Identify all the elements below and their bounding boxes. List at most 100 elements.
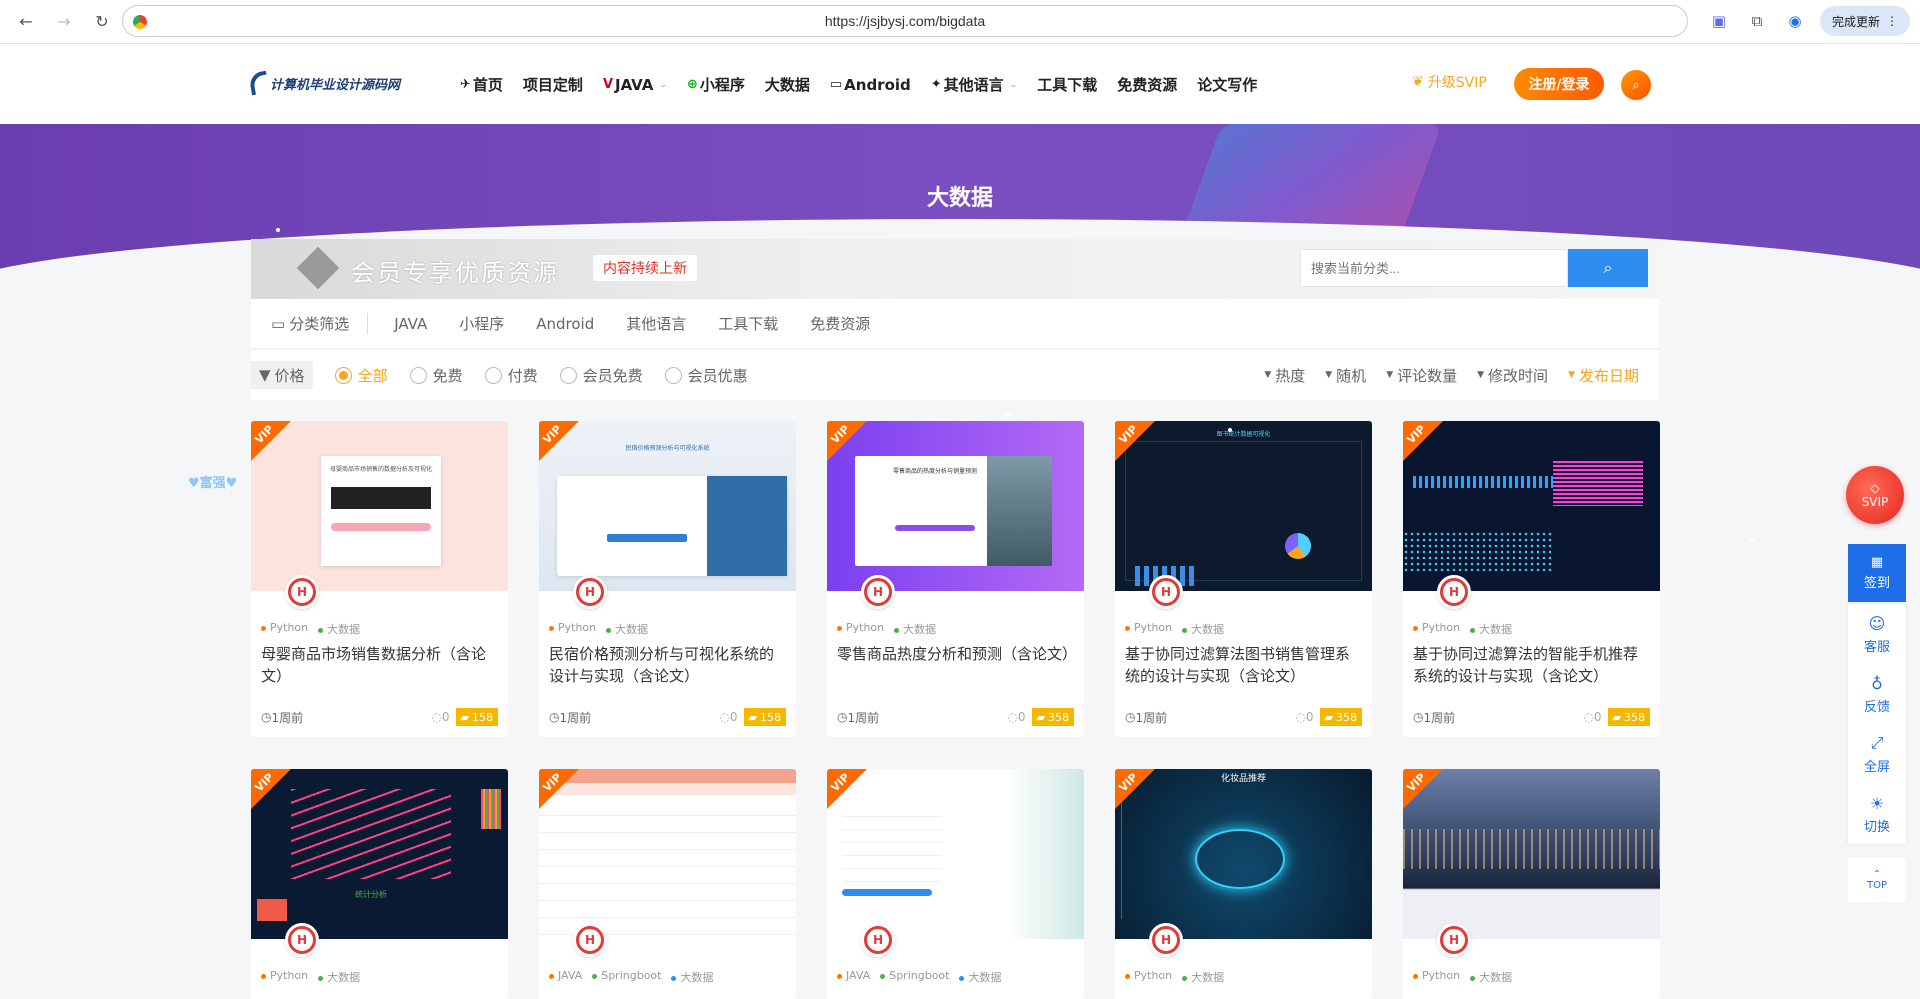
- card-tag[interactable]: 大数据: [959, 969, 1001, 985]
- sort-comments[interactable]: ▼ 评论数量: [1386, 365, 1457, 386]
- nav-item-bigdata[interactable]: 大数据: [765, 74, 810, 95]
- author-avatar[interactable]: H: [285, 923, 319, 957]
- sort-published[interactable]: ▼ 发布日期: [1568, 365, 1639, 386]
- extension-icon[interactable]: ▣: [1706, 8, 1732, 34]
- upgrade-svip-link[interactable]: ❦ 升级SVIP: [1412, 72, 1487, 92]
- reload-icon[interactable]: ↻: [90, 10, 114, 34]
- card-tag[interactable]: 大数据: [894, 621, 936, 637]
- search-icon[interactable]: ⌕: [1621, 70, 1651, 100]
- resource-card[interactable]: 统计分析 VIP H Python 大数据: [251, 769, 508, 999]
- resource-card[interactable]: VIP H JAVA Springboot 大数据: [539, 769, 796, 999]
- price-option-vip-free[interactable]: 会员免费: [559, 365, 643, 386]
- card-title[interactable]: 母婴商品市场销售数据分析（含论文）: [261, 643, 496, 687]
- card-tag[interactable]: JAVA: [549, 969, 582, 985]
- login-button[interactable]: 注册/登录: [1514, 68, 1604, 100]
- card-thumbnail[interactable]: VIP: [1403, 421, 1660, 591]
- card-tag[interactable]: 大数据: [1470, 621, 1512, 637]
- card-tag[interactable]: 大数据: [606, 621, 648, 637]
- card-tag[interactable]: Python: [1125, 621, 1172, 637]
- card-tag[interactable]: Python: [837, 621, 884, 637]
- resource-card[interactable]: 民宿价格预测分析与可视化系统 VIP H Python 大数据民宿价格预测分析与可视化系…: [539, 421, 796, 737]
- float-customer-service[interactable]: ☺ 客服: [1848, 604, 1906, 664]
- sort-modified[interactable]: ▼ 修改时间: [1477, 365, 1548, 386]
- resource-card[interactable]: 零售商品的热度分析与销量预测 VIP H Python 大数据零售商品热度分析和预测（含…: [827, 421, 1084, 737]
- puzzle-icon[interactable]: ⧉: [1744, 8, 1770, 34]
- card-thumbnail[interactable]: VIP: [539, 769, 796, 939]
- card-tag[interactable]: Python: [549, 621, 596, 637]
- card-thumbnail[interactable]: 民宿价格预测分析与可视化系统 VIP: [539, 421, 796, 591]
- author-avatar[interactable]: H: [573, 923, 607, 957]
- card-tag[interactable]: 大数据: [318, 621, 360, 637]
- card-tag[interactable]: Springboot: [592, 969, 661, 985]
- card-thumbnail[interactable]: 零售商品的热度分析与销量预测 VIP: [827, 421, 1084, 591]
- back-icon[interactable]: ←: [14, 10, 38, 34]
- author-avatar[interactable]: H: [861, 923, 895, 957]
- filter-item-android[interactable]: Android: [530, 315, 600, 333]
- resource-card[interactable]: VIP H JAVA Springboot 大数据: [827, 769, 1084, 999]
- float-fullscreen[interactable]: ⤢ 全屏: [1848, 724, 1906, 784]
- resource-card[interactable]: 图书统计数据可视化 VIP H Python 大数据基于协同过滤算法图书销售管理系统的设…: [1115, 421, 1372, 737]
- resource-card[interactable]: 母婴商品市场销售的数据分析及可视化 VIP H Python 大数据母婴商品市场销售数据…: [251, 421, 508, 737]
- update-button[interactable]: 完成更新 ⋮: [1819, 6, 1910, 36]
- card-thumbnail[interactable]: VIP: [827, 769, 1084, 939]
- filter-item-free[interactable]: 免费资源: [804, 313, 876, 334]
- price-option-paid[interactable]: 付费: [484, 365, 538, 386]
- card-thumbnail[interactable]: 图书统计数据可视化 VIP: [1115, 421, 1372, 591]
- nav-item-tools[interactable]: 工具下载: [1037, 74, 1097, 95]
- site-logo[interactable]: 计算机毕业设计源码网: [248, 68, 400, 98]
- resource-card[interactable]: VIP H Python 大数据 基于协同过滤算法的智能手机推荐系统的设计与实现（含论文…: [1403, 421, 1660, 737]
- card-title[interactable]: 民宿价格预测分析与可视化系统的设计与实现（含论文）: [549, 643, 784, 687]
- category-search-input[interactable]: [1300, 249, 1568, 287]
- card-tag[interactable]: JAVA: [837, 969, 870, 985]
- forward-icon[interactable]: →: [52, 10, 76, 34]
- nav-item-custom[interactable]: 项目定制: [523, 74, 583, 95]
- address-bar[interactable]: https://jsjbysj.com/bigdata: [122, 5, 1688, 37]
- sign-in-button[interactable]: ▦ 签到: [1848, 544, 1906, 602]
- filter-item-miniprogram[interactable]: 小程序: [453, 313, 510, 334]
- card-tag[interactable]: Springboot: [880, 969, 949, 985]
- filter-item-java[interactable]: JAVA: [388, 315, 433, 333]
- card-thumbnail[interactable]: 统计分析 VIP: [251, 769, 508, 939]
- card-title[interactable]: 基于协同过滤算法图书销售管理系统的设计与实现（含论文）: [1125, 643, 1360, 687]
- back-to-top-button[interactable]: ⌃ TOP: [1848, 858, 1906, 902]
- sort-random[interactable]: ▼ 随机: [1325, 365, 1366, 386]
- card-tag[interactable]: Python: [1125, 969, 1172, 985]
- svip-float-button[interactable]: ◇ SVIP: [1846, 466, 1904, 524]
- card-tag[interactable]: 大数据: [318, 969, 360, 985]
- nav-item-android[interactable]: ▭ Android: [830, 74, 911, 95]
- card-tag[interactable]: 大数据: [671, 969, 713, 985]
- author-avatar[interactable]: H: [1149, 575, 1183, 609]
- nav-item-other-lang[interactable]: ✦ 其他语言 ⌄: [931, 74, 1017, 95]
- filter-item-other-lang[interactable]: 其他语言: [620, 313, 692, 334]
- nav-item-thesis[interactable]: 论文写作: [1197, 74, 1257, 95]
- price-option-free[interactable]: 免费: [409, 365, 463, 386]
- nav-item-home[interactable]: ✈ 首页: [460, 74, 503, 95]
- card-thumbnail[interactable]: 化妆品推荐 VIP: [1115, 769, 1372, 939]
- card-tag[interactable]: 大数据: [1470, 969, 1512, 985]
- profile-icon[interactable]: ◉: [1782, 8, 1808, 34]
- float-theme-toggle[interactable]: ☀ 切换: [1848, 784, 1906, 844]
- card-thumbnail[interactable]: 母婴商品市场销售的数据分析及可视化 VIP: [251, 421, 508, 591]
- nav-item-free[interactable]: 免费资源: [1117, 74, 1177, 95]
- sort-hot[interactable]: ▼ 热度: [1264, 365, 1305, 386]
- card-tag[interactable]: 大数据: [1182, 621, 1224, 637]
- author-avatar[interactable]: H: [1149, 923, 1183, 957]
- card-tag[interactable]: Python: [261, 969, 308, 985]
- card-title[interactable]: 零售商品热度分析和预测（含论文）: [837, 643, 1077, 665]
- filter-item-tools[interactable]: 工具下载: [712, 313, 784, 334]
- author-avatar[interactable]: H: [285, 575, 319, 609]
- price-option-all[interactable]: 全部: [334, 365, 388, 386]
- category-search-button[interactable]: ⌕: [1568, 249, 1648, 287]
- author-avatar[interactable]: H: [573, 575, 607, 609]
- nav-item-miniprogram[interactable]: ⊕ 小程序: [687, 74, 745, 95]
- resource-card[interactable]: VIP H Python 大数据: [1403, 769, 1660, 999]
- card-tag[interactable]: Python: [1413, 621, 1460, 637]
- card-thumbnail[interactable]: VIP: [1403, 769, 1660, 939]
- author-avatar[interactable]: H: [1437, 575, 1471, 609]
- card-tag[interactable]: Python: [261, 621, 308, 637]
- author-avatar[interactable]: H: [861, 575, 895, 609]
- card-tag[interactable]: Python: [1413, 969, 1460, 985]
- card-tag[interactable]: 大数据: [1182, 969, 1224, 985]
- float-feedback[interactable]: ♁ 反馈: [1848, 664, 1906, 724]
- price-option-vip-discount[interactable]: 会员优惠: [664, 365, 748, 386]
